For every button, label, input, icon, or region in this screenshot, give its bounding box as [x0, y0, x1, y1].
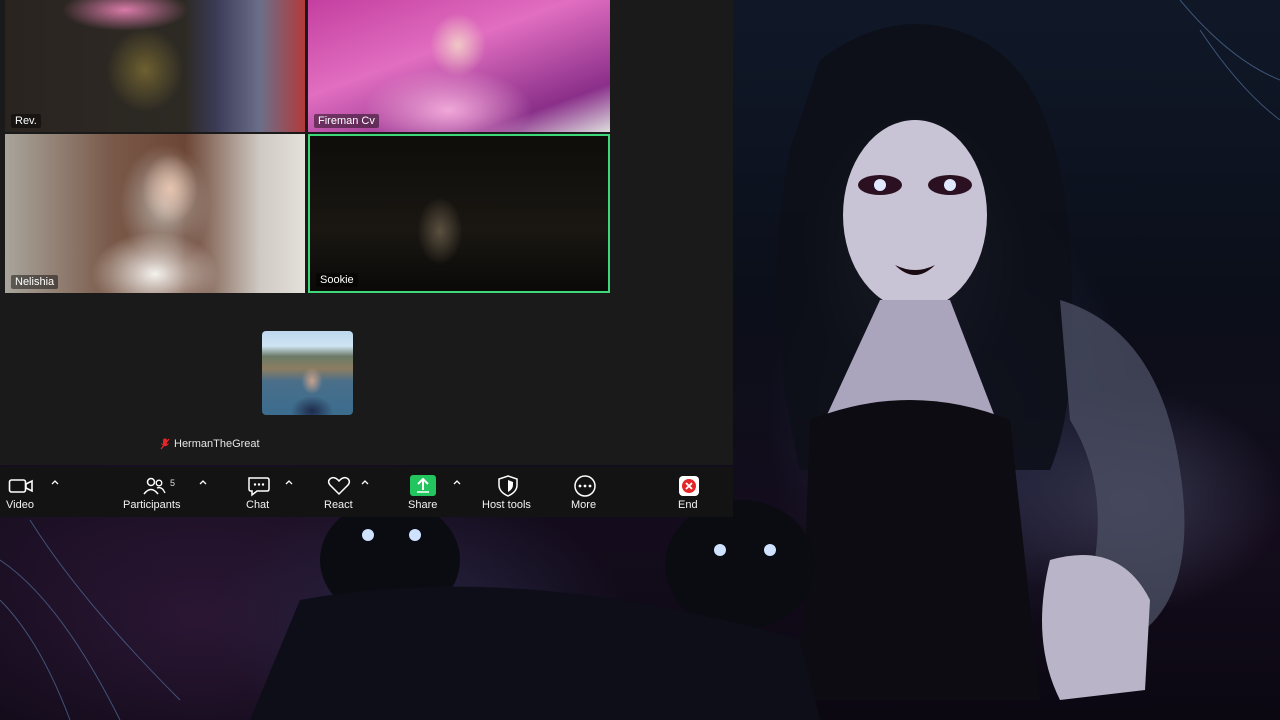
video-tile-nelishia[interactable]: Nelishia: [5, 134, 305, 293]
meeting-toolbar: Video 5 Participants Chat React Share Ho…: [0, 467, 733, 517]
chat-bubble-icon: [248, 477, 270, 497]
chevron-up-icon[interactable]: [360, 477, 370, 487]
participant-name: Sookie: [316, 273, 358, 287]
self-name-label: HermanTheGreat: [160, 435, 260, 452]
heart-icon: [327, 476, 351, 496]
participant-name: Nelishia: [11, 275, 59, 289]
ellipsis-icon: [574, 475, 596, 497]
chat-button[interactable]: Chat: [240, 467, 280, 517]
react-label: React: [324, 499, 353, 511]
mic-muted-icon: [160, 438, 170, 449]
share-label: Share: [408, 499, 438, 511]
more-label: More: [571, 499, 597, 511]
participant-name: Fireman Cv: [314, 114, 379, 128]
share-button[interactable]: Share: [404, 467, 444, 517]
video-button[interactable]: Video: [0, 467, 70, 517]
share-arrow-icon: [410, 475, 436, 496]
meeting-panel: Rev. Fireman Cv Nelishia Sookie HermanTh…: [0, 0, 733, 465]
video-tile-rev[interactable]: Rev.: [5, 0, 305, 132]
chevron-up-icon[interactable]: [198, 477, 208, 487]
chevron-up-icon[interactable]: [452, 477, 462, 487]
self-name-text: HermanTheGreat: [174, 437, 260, 450]
self-avatar[interactable]: [262, 331, 353, 415]
video-tile-fireman[interactable]: Fireman Cv: [308, 0, 610, 132]
video-label: Video: [6, 499, 34, 511]
react-button[interactable]: React: [320, 467, 360, 517]
host-tools-label: Host tools: [482, 499, 531, 511]
people-icon: [143, 477, 166, 495]
close-x-icon: [679, 476, 699, 496]
participants-count: 5: [170, 478, 176, 488]
chevron-up-icon[interactable]: [50, 477, 60, 487]
more-button[interactable]: More: [566, 467, 606, 517]
participants-label: Participants: [123, 499, 181, 511]
chevron-up-icon[interactable]: [284, 477, 294, 487]
chat-label: Chat: [246, 499, 270, 511]
participant-name: Rev.: [11, 114, 41, 128]
end-button[interactable]: End: [670, 467, 710, 517]
shield-icon: [498, 475, 518, 497]
end-label: End: [678, 499, 698, 511]
video-camera-icon: [8, 479, 33, 493]
participants-button[interactable]: 5 Participants: [118, 467, 192, 517]
host-tools-button[interactable]: Host tools: [480, 467, 540, 517]
video-tile-sookie-active-speaker[interactable]: Sookie: [308, 134, 610, 293]
